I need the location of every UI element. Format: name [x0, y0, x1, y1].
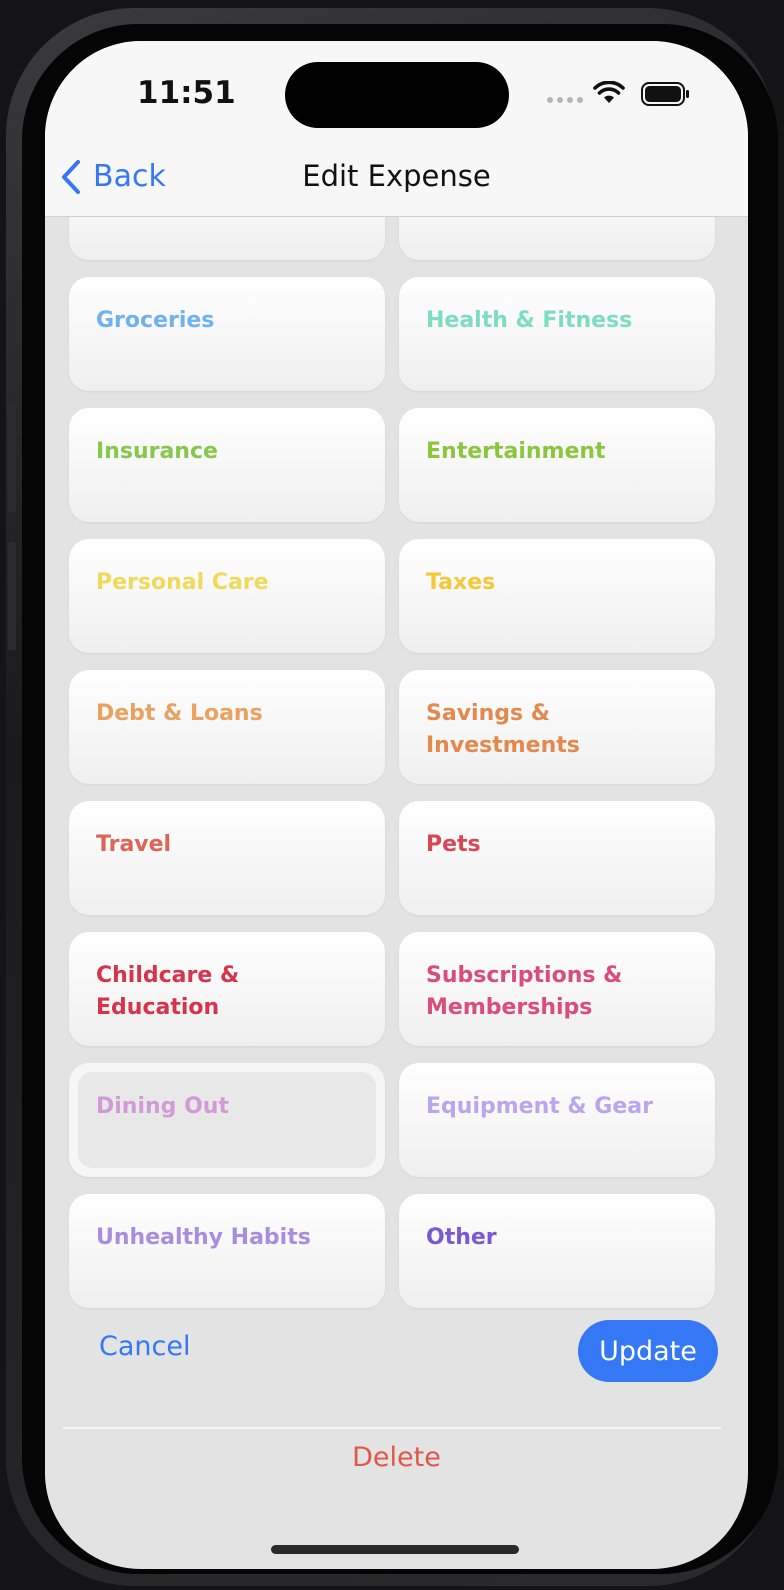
category-tile[interactable]: Insurance [69, 408, 385, 522]
category-tile[interactable]: Entertainment [399, 408, 715, 522]
page-title: Edit Expense [302, 159, 491, 193]
category-label: Insurance [96, 439, 218, 464]
category-label: Taxes [426, 570, 496, 595]
category-label: Health & Fitness [426, 308, 633, 333]
delete-button[interactable]: Delete [45, 1442, 748, 1473]
category-tile[interactable]: Health & Fitness [399, 277, 715, 391]
category-tile[interactable]: Pets [399, 801, 715, 915]
category-label: Debt & Loans [96, 701, 263, 726]
category-label: Equipment & Gear [426, 1094, 653, 1119]
category-tile[interactable]: Travel [69, 801, 385, 915]
divider [63, 1427, 721, 1429]
volume-down-button [8, 542, 16, 650]
category-label: Subscriptions & Memberships [426, 963, 623, 1020]
category-tile[interactable]: Groceries [69, 277, 385, 391]
category-label: Personal Care [96, 570, 269, 595]
category-tile[interactable]: Unhealthy Habits [69, 1194, 385, 1308]
screen: Groceries Health & Fitness Insurance Entert… [45, 41, 748, 1569]
wifi-icon [593, 81, 625, 103]
category-tile[interactable]: Personal Care [69, 539, 385, 653]
update-button[interactable]: Update [578, 1320, 718, 1382]
category-tile[interactable]: Taxes [399, 539, 715, 653]
category-tile[interactable]: Equipment & Gear [399, 1063, 715, 1177]
category-label: Savings & Investments [426, 701, 580, 758]
category-label: Unhealthy Habits [96, 1225, 311, 1250]
battery-icon [641, 82, 689, 106]
category-label: Dining Out [96, 1094, 229, 1119]
category-tile[interactable]: Subscriptions & Memberships [399, 932, 715, 1046]
category-tile[interactable]: Childcare & Education [69, 932, 385, 1046]
cancel-button[interactable]: Cancel [99, 1331, 190, 1362]
volume-up-button [8, 404, 16, 512]
category-tile[interactable]: Debt & Loans [69, 670, 385, 784]
category-label: Travel [96, 832, 172, 857]
category-tile[interactable]: Savings & Investments [399, 670, 715, 784]
category-label: Entertainment [426, 439, 606, 464]
cellular-signal-icon [547, 97, 583, 103]
category-tile[interactable]: Dining Out [69, 1063, 385, 1177]
home-indicator [271, 1545, 519, 1554]
status-time: 11:51 [137, 75, 236, 111]
category-label: Childcare & Education [96, 963, 240, 1020]
category-label: Pets [426, 832, 481, 857]
mute-switch [8, 296, 16, 352]
dynamic-island [285, 62, 509, 128]
category-tile[interactable]: Other [399, 1194, 715, 1308]
category-label: Other [426, 1225, 497, 1250]
navigation-bar: 11:51 Back Edit Expense [45, 41, 748, 217]
category-label: Groceries [96, 308, 215, 333]
